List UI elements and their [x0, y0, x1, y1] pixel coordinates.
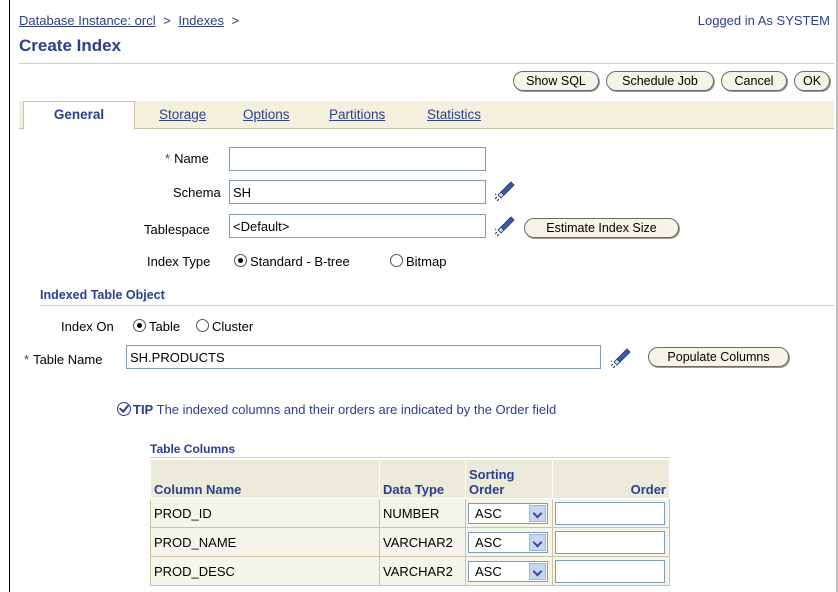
column-header-type: Data Type — [379, 459, 466, 499]
tab-bar: General Storage Options Partitions Stati… — [19, 101, 834, 129]
radio-unselected-icon[interactable] — [390, 254, 403, 267]
breadcrumb-indexes-link[interactable]: Indexes — [178, 13, 224, 28]
order-input[interactable] — [555, 501, 665, 525]
tablespace-label: Tablespace — [144, 222, 210, 237]
estimate-index-size-button[interactable]: Estimate Index Size — [524, 218, 679, 238]
radio-selected-icon[interactable] — [133, 319, 146, 332]
column-header-order: Order — [552, 459, 670, 499]
tab-statistics[interactable]: Statistics — [427, 107, 481, 122]
section-divider — [40, 305, 834, 306]
table-columns-grid: Column Name Data Type Sorting Order Orde… — [150, 459, 670, 586]
chevron-down-icon[interactable] — [529, 562, 546, 580]
tab-general[interactable]: General — [23, 101, 135, 129]
flashlight-search-icon[interactable] — [495, 215, 515, 237]
sorting-order-value: ASC — [475, 534, 502, 550]
data-type-cell: VARCHAR2 — [379, 527, 466, 557]
column-name-cell: PROD_DESC — [150, 556, 380, 586]
index-type-label: Index Type — [147, 254, 211, 269]
index-on-cluster-option[interactable]: Cluster — [196, 319, 253, 334]
index-type-btree-option[interactable]: Standard - B-tree — [234, 254, 350, 269]
index-type-bitmap-option[interactable]: Bitmap — [390, 254, 446, 269]
schedule-job-button[interactable]: Schedule Job — [606, 71, 714, 91]
column-header-sorting: Sorting Order — [465, 459, 553, 499]
index-on-label: Index On — [61, 319, 114, 334]
checkmark-icon — [117, 402, 131, 416]
cluster-option-label: Cluster — [212, 319, 254, 334]
breadcrumb: Database Instance: orcl > Indexes > — [19, 13, 243, 28]
sorting-order-value: ASC — [475, 563, 502, 579]
logged-in-status: Logged in As SYSTEM — [697, 13, 830, 28]
data-type-cell: VARCHAR2 — [379, 556, 466, 586]
chevron-down-icon[interactable] — [529, 533, 546, 551]
chevron-down-icon[interactable] — [529, 504, 546, 522]
breadcrumb-instance-link[interactable]: Database Instance: orcl — [19, 13, 156, 28]
order-input[interactable] — [555, 559, 665, 583]
table-row: PROD_DESC VARCHAR2 ASC — [150, 556, 670, 586]
title-divider — [19, 63, 834, 64]
table-columns-divider — [150, 457, 670, 458]
sorting-order-select[interactable]: ASC — [468, 502, 548, 524]
sorting-order-select[interactable]: ASC — [468, 531, 548, 553]
order-input[interactable] — [555, 530, 665, 554]
breadcrumb-separator: > — [231, 13, 240, 28]
bitmap-label: Bitmap — [406, 254, 447, 269]
name-input[interactable] — [229, 147, 486, 171]
tab-storage[interactable]: Storage — [159, 107, 206, 122]
page-title: Create Index — [19, 36, 122, 55]
schema-input[interactable] — [229, 180, 486, 204]
tablespace-input[interactable] — [229, 214, 486, 238]
flashlight-search-icon[interactable] — [495, 180, 515, 202]
column-name-cell: PROD_ID — [150, 498, 380, 528]
table-name-label-text: Table Name — [33, 352, 103, 367]
frame-border-left — [9, 0, 10, 592]
index-on-table-option[interactable]: Table — [133, 319, 180, 334]
table-name-input[interactable] — [126, 345, 601, 369]
flashlight-search-icon[interactable] — [611, 347, 631, 369]
required-icon: * — [24, 352, 30, 367]
ok-button[interactable]: OK — [794, 71, 830, 91]
table-row: PROD_NAME VARCHAR2 ASC — [150, 527, 670, 557]
tip-text: The indexed columns and their orders are… — [156, 402, 557, 417]
radio-unselected-icon[interactable] — [196, 319, 209, 332]
name-label: * Name — [165, 151, 209, 166]
table-name-label: * Table Name — [24, 352, 102, 367]
indexed-table-section-title: Indexed Table Object — [40, 288, 165, 302]
schema-label: Schema — [173, 185, 221, 200]
tab-partitions[interactable]: Partitions — [329, 107, 385, 122]
populate-columns-button[interactable]: Populate Columns — [648, 347, 789, 367]
tab-options[interactable]: Options — [243, 107, 290, 122]
tip-message: TIP The indexed columns and their orders… — [117, 402, 556, 417]
tip-label: TIP — [133, 402, 154, 417]
sorting-order-select[interactable]: ASC — [468, 560, 548, 582]
column-header-name: Column Name — [150, 459, 380, 499]
sorting-order-value: ASC — [475, 505, 502, 521]
required-icon: * — [165, 151, 171, 166]
show-sql-button[interactable]: Show SQL — [513, 71, 599, 91]
column-name-cell: PROD_NAME — [150, 527, 380, 557]
table-option-label: Table — [149, 319, 181, 334]
cancel-button[interactable]: Cancel — [721, 71, 787, 91]
radio-selected-icon[interactable] — [234, 254, 247, 267]
table-columns-title: Table Columns — [150, 442, 236, 456]
table-row: PROD_ID NUMBER ASC — [150, 498, 670, 528]
breadcrumb-separator: > — [163, 13, 171, 28]
data-type-cell: NUMBER — [379, 498, 466, 528]
btree-label: Standard - B-tree — [250, 254, 350, 269]
name-label-text: Name — [174, 151, 209, 166]
